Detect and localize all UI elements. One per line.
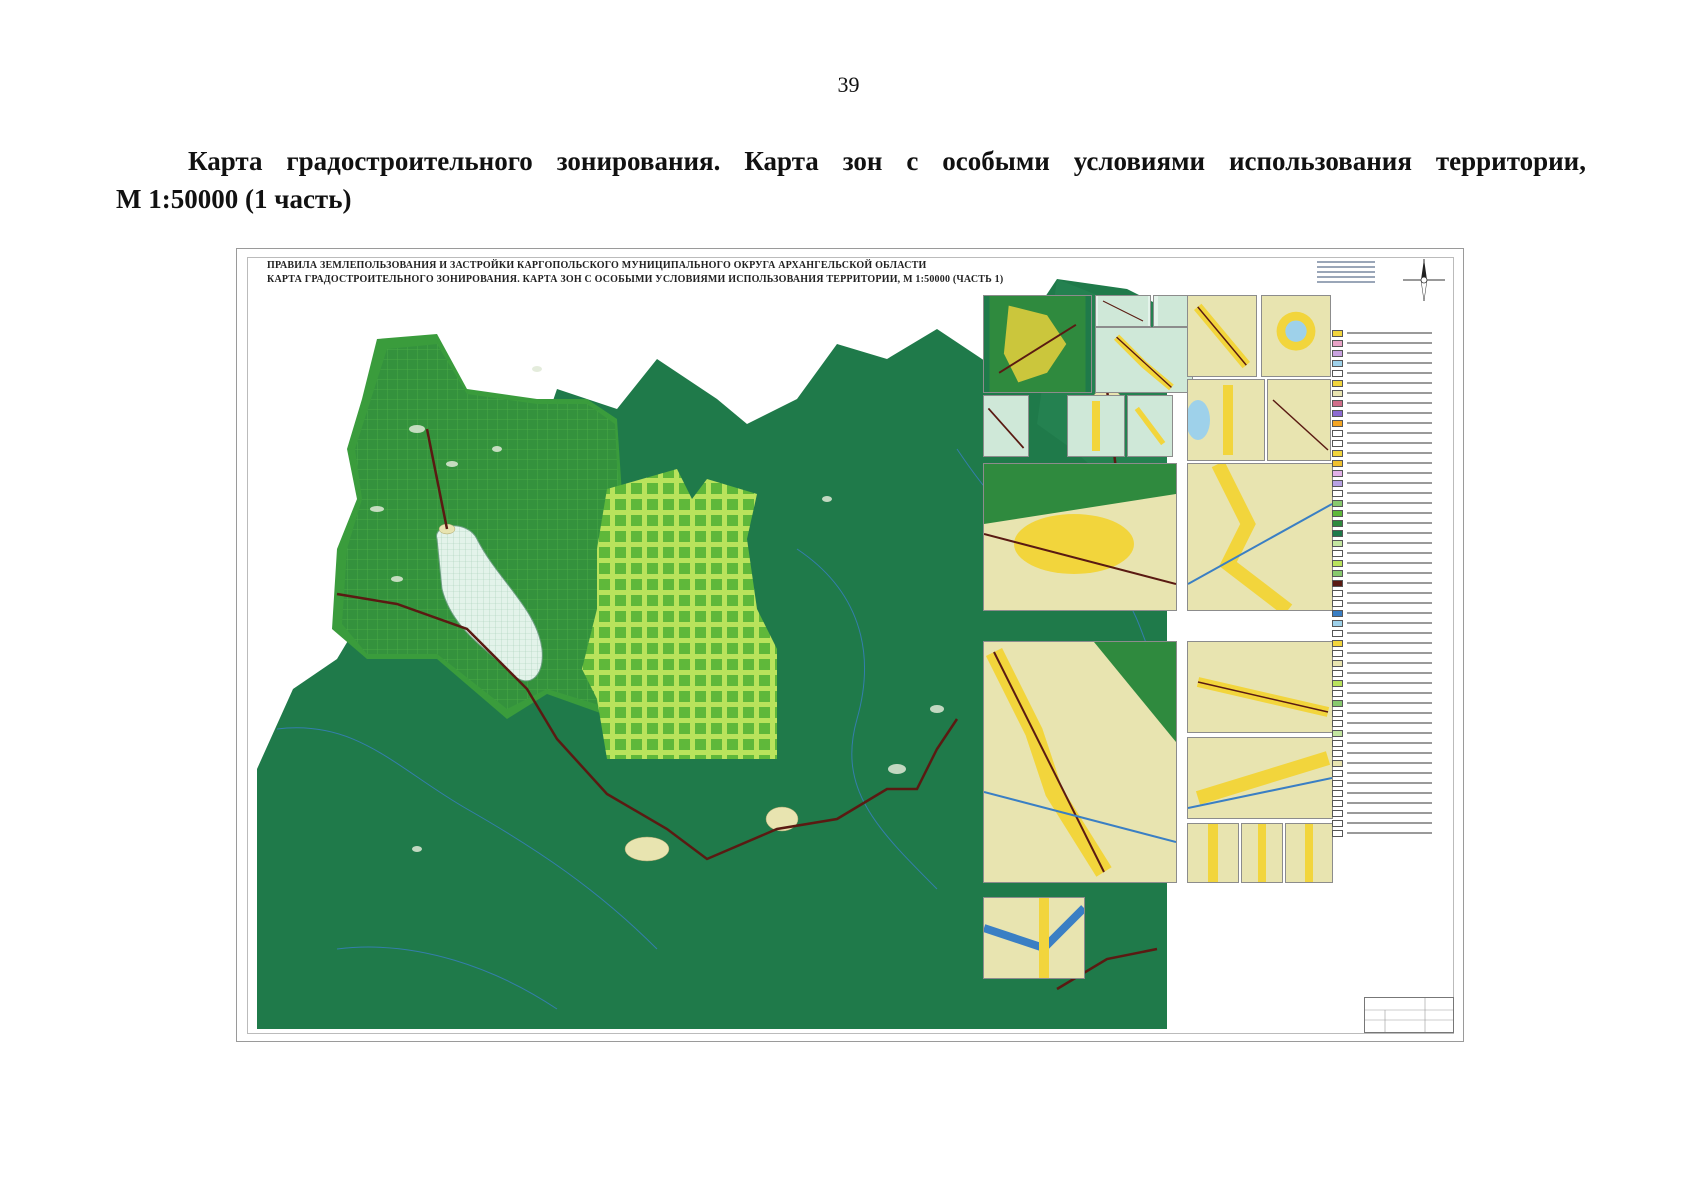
inset-map — [1187, 295, 1257, 377]
legend-row — [1332, 469, 1432, 477]
legend-row — [1332, 519, 1432, 527]
sheet-title-line-1: ПРАВИЛА ЗЕМЛЕПОЛЬЗОВАНИЯ И ЗАСТРОЙКИ КАР… — [267, 260, 927, 271]
map-legend — [1332, 329, 1432, 839]
legend-row — [1332, 759, 1432, 767]
legend-row — [1332, 619, 1432, 627]
figure-caption: Карта градостроительного зонирования. Ка… — [116, 142, 1586, 218]
legend-row — [1332, 709, 1432, 717]
legend-row — [1332, 579, 1432, 587]
legend-row — [1332, 509, 1432, 517]
figure-caption-line-2: М 1:50000 (1 часть) — [116, 184, 352, 214]
inset-map — [983, 295, 1092, 393]
inset-map — [1261, 295, 1331, 377]
inset-map — [1095, 295, 1151, 327]
legend-row — [1332, 829, 1432, 837]
legend-row — [1332, 659, 1432, 667]
compass-rose-icon — [1403, 259, 1445, 302]
inset-map — [1095, 327, 1193, 393]
legend-row — [1332, 439, 1432, 447]
legend-row — [1332, 499, 1432, 507]
legend-row — [1332, 419, 1432, 427]
legend-row — [1332, 639, 1432, 647]
legend-row — [1332, 429, 1432, 437]
legend-row — [1332, 329, 1432, 337]
inset-map — [1187, 641, 1333, 733]
legend-row — [1332, 459, 1432, 467]
legend-row — [1332, 349, 1432, 357]
legend-row — [1332, 549, 1432, 557]
figure-caption-line-1: Карта градостроительного зонирования. Ка… — [188, 146, 1586, 176]
legend-row — [1332, 559, 1432, 567]
legend-row — [1332, 699, 1432, 707]
inset-map — [983, 463, 1177, 611]
approval-stamp — [1317, 261, 1375, 295]
legend-row — [1332, 539, 1432, 547]
legend-row — [1332, 779, 1432, 787]
legend-row — [1332, 799, 1432, 807]
legend-row — [1332, 739, 1432, 747]
legend-row — [1332, 669, 1432, 677]
legend-row — [1332, 789, 1432, 797]
legend-row — [1332, 409, 1432, 417]
page-number: 39 — [837, 72, 860, 97]
legend-row — [1332, 449, 1432, 457]
inset-map — [1187, 379, 1265, 461]
legend-row — [1332, 379, 1432, 387]
legend-row — [1332, 389, 1432, 397]
legend-row — [1332, 819, 1432, 827]
inset-map — [1285, 823, 1333, 883]
legend-row — [1332, 479, 1432, 487]
inset-map — [1127, 395, 1173, 457]
legend-row — [1332, 609, 1432, 617]
protected-zone — [582, 469, 777, 759]
inset-map — [1267, 379, 1331, 461]
legend-row — [1332, 399, 1432, 407]
inset-map — [1067, 395, 1125, 457]
legend-row — [1332, 489, 1432, 497]
sheet-title: ПРАВИЛА ЗЕМЛЕПОЛЬЗОВАНИЯ И ЗАСТРОЙКИ КАР… — [267, 259, 1003, 287]
inset-map — [983, 897, 1085, 979]
inset-map — [983, 641, 1177, 883]
inset-map — [1241, 823, 1283, 883]
legend-row — [1332, 729, 1432, 737]
inset-map — [983, 395, 1029, 457]
legend-row — [1332, 369, 1432, 377]
legend-row — [1332, 569, 1432, 577]
legend-row — [1332, 529, 1432, 537]
title-block — [1364, 997, 1454, 1033]
legend-row — [1332, 599, 1432, 607]
legend-row — [1332, 769, 1432, 777]
legend-row — [1332, 809, 1432, 817]
legend-row — [1332, 339, 1432, 347]
legend-row — [1332, 719, 1432, 727]
legend-row — [1332, 589, 1432, 597]
legend-row — [1332, 359, 1432, 367]
legend-row — [1332, 679, 1432, 687]
inset-map — [1187, 463, 1333, 611]
legend-row — [1332, 649, 1432, 657]
inset-map — [1187, 823, 1239, 883]
legend-row — [1332, 689, 1432, 697]
map-sheet: ПРАВИЛА ЗЕМЛЕПОЛЬЗОВАНИЯ И ЗАСТРОЙКИ КАР… — [236, 248, 1464, 1042]
legend-row — [1332, 749, 1432, 757]
inset-map — [1187, 737, 1333, 819]
sheet-title-line-2: КАРТА ГРАДОСТРОИТЕЛЬНОГО ЗОНИРОВАНИЯ. КА… — [267, 274, 1004, 285]
legend-row — [1332, 629, 1432, 637]
